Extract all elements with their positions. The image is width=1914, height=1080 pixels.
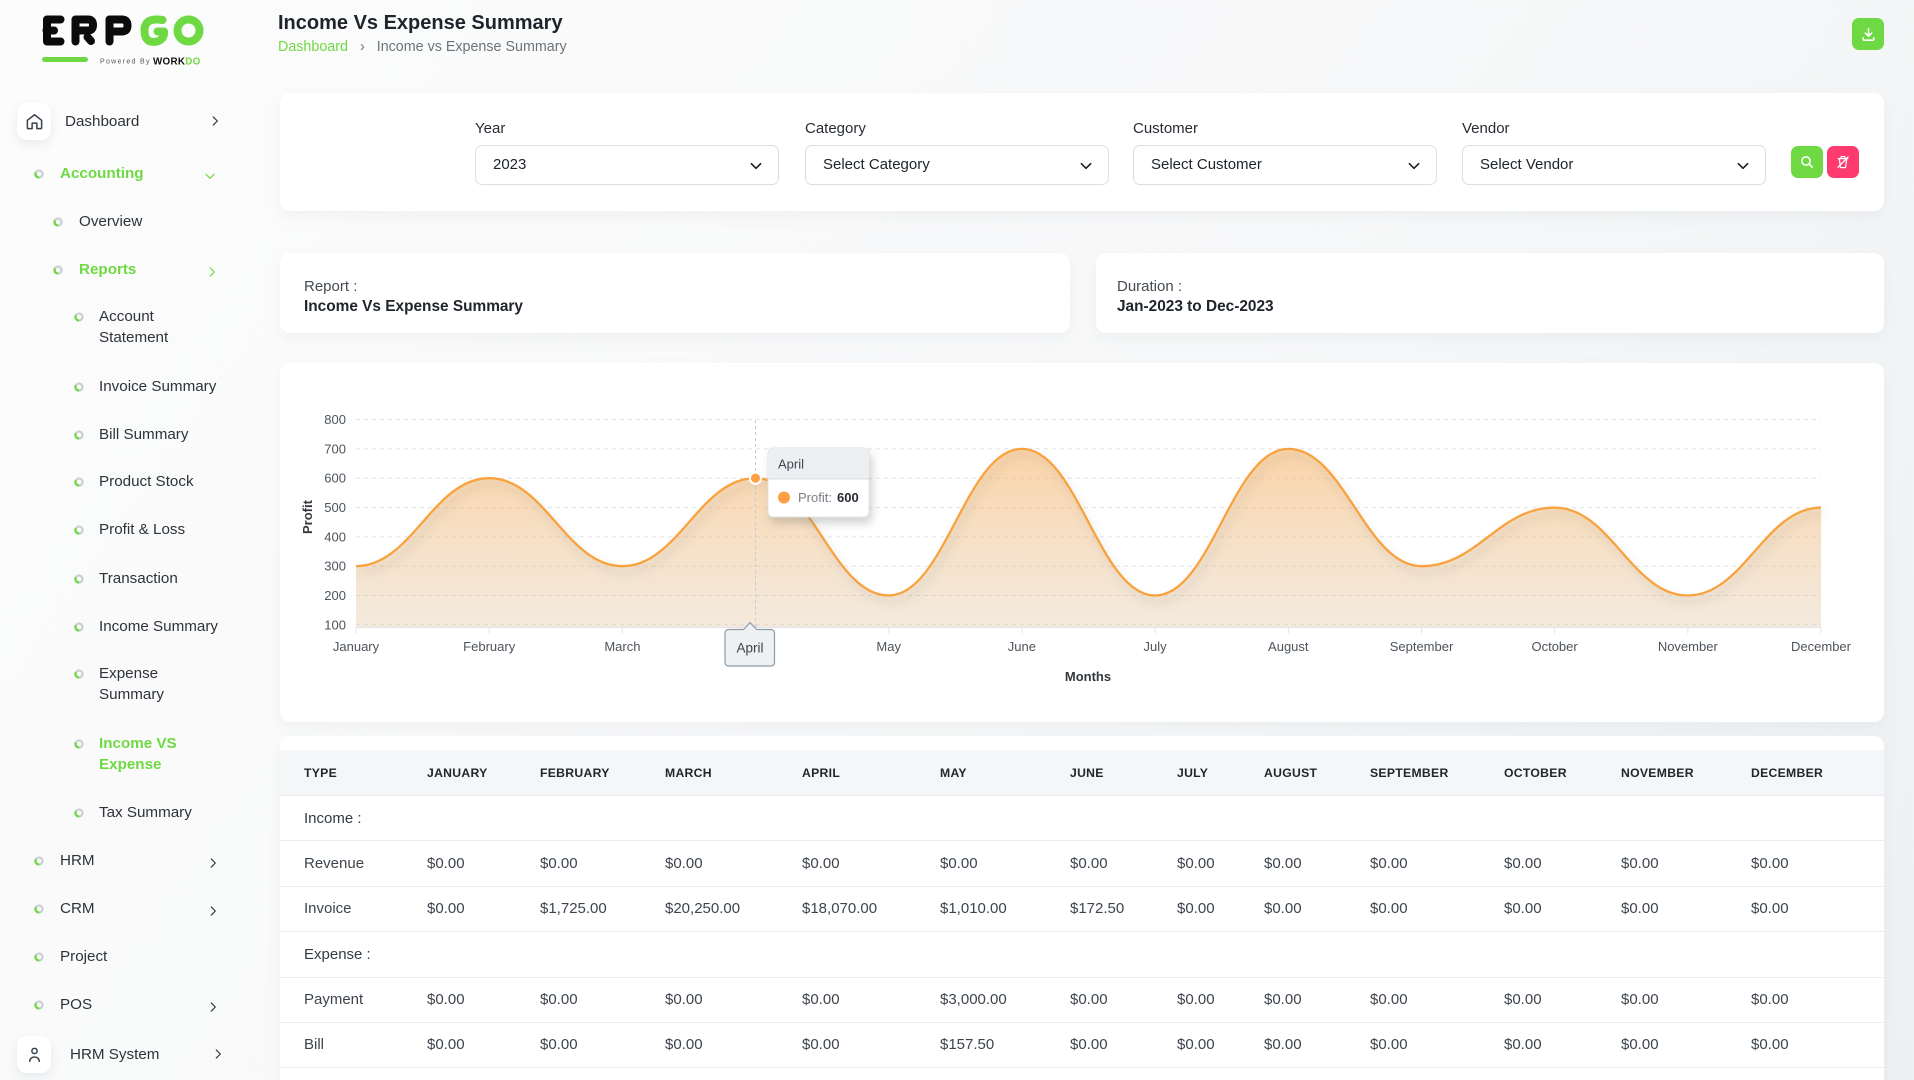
svg-text:600: 600 xyxy=(324,471,346,486)
svg-text:500: 500 xyxy=(324,500,346,515)
svg-text:300: 300 xyxy=(324,559,346,574)
svg-text:November: November xyxy=(1658,639,1719,654)
svg-text:September: September xyxy=(1390,639,1454,654)
svg-text:October: October xyxy=(1531,639,1578,654)
svg-text:200: 200 xyxy=(324,588,346,603)
svg-text:WORKDO: WORKDO xyxy=(153,57,201,68)
svg-text:100: 100 xyxy=(324,617,346,632)
svg-text:April: April xyxy=(736,641,763,656)
svg-text:600: 600 xyxy=(837,490,859,505)
svg-text:January: January xyxy=(333,639,380,654)
svg-text:800: 800 xyxy=(324,412,346,427)
svg-text:700: 700 xyxy=(324,441,346,456)
svg-text:April: April xyxy=(778,457,804,472)
svg-text:Months: Months xyxy=(1065,669,1111,684)
svg-text:June: June xyxy=(1008,639,1036,654)
svg-text:May: May xyxy=(876,639,901,654)
svg-text:December: December xyxy=(1791,639,1852,654)
svg-text:March: March xyxy=(604,639,640,654)
svg-text:400: 400 xyxy=(324,529,346,544)
svg-text:Profit:: Profit: xyxy=(798,490,832,505)
svg-text:July: July xyxy=(1144,639,1168,654)
svg-text:Powered By: Powered By xyxy=(100,59,151,66)
svg-text:Profit: Profit xyxy=(300,499,315,534)
svg-text:August: August xyxy=(1268,639,1309,654)
svg-text:February: February xyxy=(463,639,516,654)
